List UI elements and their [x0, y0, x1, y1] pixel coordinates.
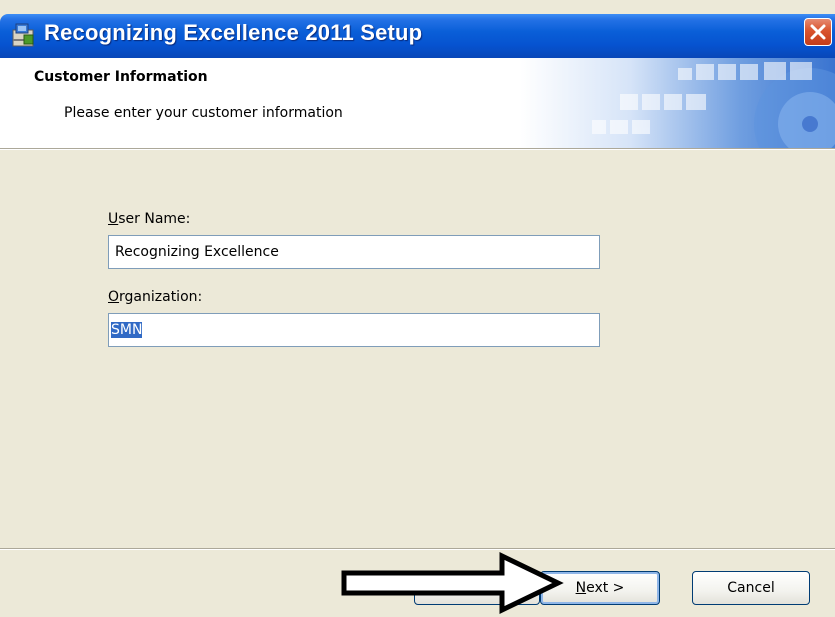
- user-name-label: User Name:: [108, 211, 191, 227]
- banner-graphic: [520, 58, 835, 148]
- organization-label: Organization:: [108, 289, 203, 305]
- close-button[interactable]: [804, 18, 832, 46]
- organization-input[interactable]: SMN: [108, 313, 600, 347]
- cancel-button[interactable]: Cancel: [692, 571, 810, 605]
- header-banner: Customer Information Please enter your c…: [0, 58, 835, 148]
- banner-heading: Customer Information: [34, 69, 208, 85]
- window-title: Recognizing Excellence 2011 Setup: [44, 20, 423, 45]
- form-area: [0, 150, 835, 548]
- setup-window: Recognizing Excellence 2011 Setup Custom…: [0, 0, 835, 617]
- banner-subtitle: Please enter your customer information: [64, 105, 343, 121]
- close-icon: [810, 24, 826, 40]
- title-bar[interactable]: Recognizing Excellence 2011 Setup: [0, 14, 835, 58]
- user-name-input[interactable]: Recognizing Excellence: [108, 235, 600, 269]
- arrow-right-icon: [341, 552, 564, 614]
- installer-icon: [10, 21, 38, 49]
